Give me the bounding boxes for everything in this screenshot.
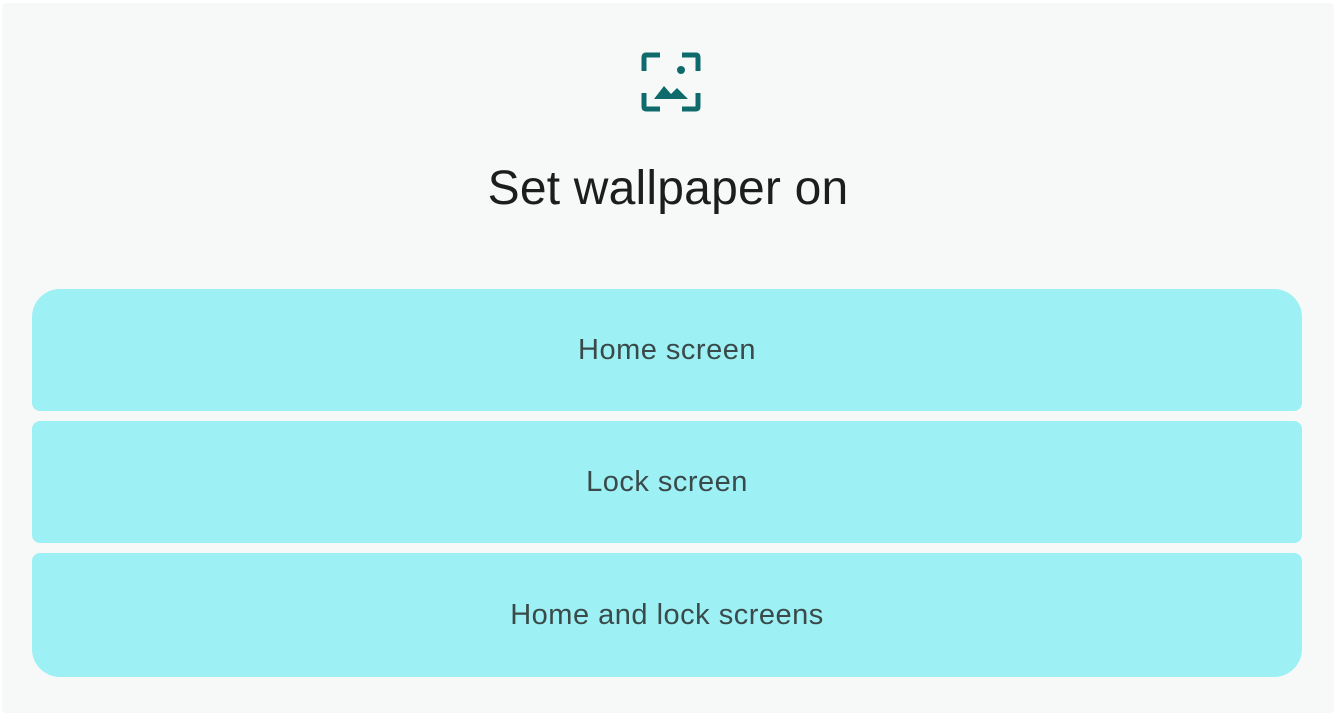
dialog-title: Set wallpaper on <box>487 162 849 215</box>
home-screen-option-label: Home screen <box>578 333 756 366</box>
wallpaper-icon <box>640 51 702 113</box>
home-and-lock-screens-option[interactable]: Home and lock screens <box>32 553 1302 677</box>
home-and-lock-screens-option-label: Home and lock screens <box>510 598 824 631</box>
lock-screen-option-label: Lock screen <box>586 465 748 498</box>
home-screen-option[interactable]: Home screen <box>32 289 1302 411</box>
lock-screen-option[interactable]: Lock screen <box>32 421 1302 543</box>
